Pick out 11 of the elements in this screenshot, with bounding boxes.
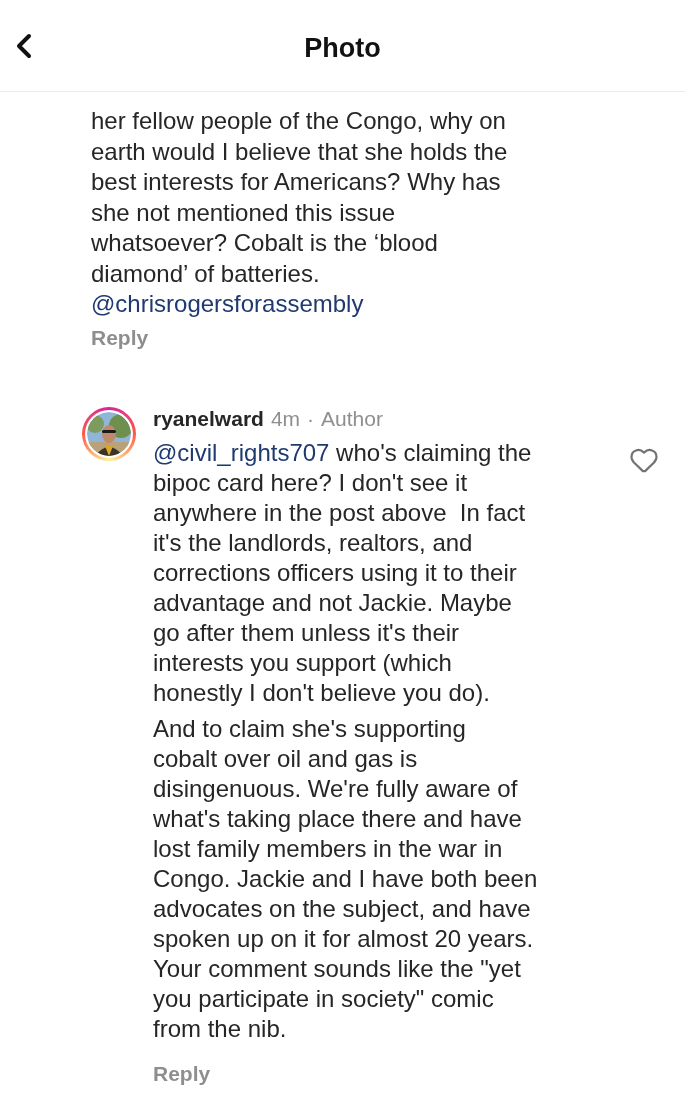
mention-link[interactable]: @civil_rights707 (153, 438, 330, 466)
comment-text: And to claim she's supporting cobalt over oil and gas is disingenuous. We're fully aware of what's taking place there and have lost family members in the war in Congo. Jackie and I have both been advocates on the subject, and have spoken up on it for almost 20 years. Your comment sounds like the "yet you participate in society" comic from the nib. (153, 713, 539, 1044)
page-title: Photo (304, 32, 381, 66)
comment-text: @civil_rights707 who's claiming the bipoc card here? I don't see it anywhere in the post above In fact it's the landlords, realtors, and corrections officers using it to their advantage and not Jackie. Maybe go after them unless it's their interests you support (which honestly I don't believe you do). (153, 437, 533, 708)
comment-text: her fellow people of the Congo, why on earth would I believe that she holds the best interests for Americans? Why has she not mentioned this issue whatsoever? Cobalt is the ‘blood diamond’ of batteries. @chrisrogersforassembly (91, 106, 509, 319)
separator-dot: · (307, 406, 315, 432)
username[interactable]: ryanelward (153, 403, 264, 435)
story-ring[interactable] (82, 407, 136, 461)
author-label: Author (321, 406, 383, 432)
mention-link[interactable]: @chrisrogersforassembly (91, 290, 364, 317)
comment-time: 4m (270, 406, 301, 432)
